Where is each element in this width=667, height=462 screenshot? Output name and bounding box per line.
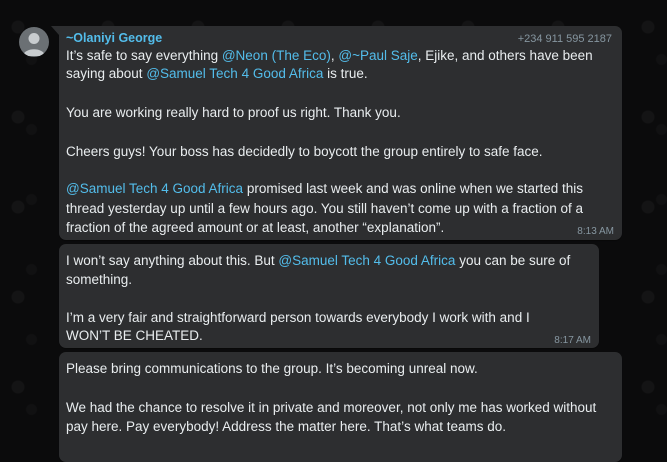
default-avatar-icon [23,33,45,56]
sender-name[interactable]: ~Olaniyi George [66,31,162,45]
message-timestamp: 8:13 AM [577,226,614,237]
message-line: WON’T BE CHEATED. [66,328,203,343]
message-line: I won’t say anything about this. But @Sa… [66,253,571,268]
avatar[interactable] [19,27,49,57]
message-bubble[interactable]: I won’t say anything about this. But @Sa… [59,244,599,348]
sender-phone: +234 911 595 2187 [517,33,612,45]
message-bubble[interactable]: Please bring communications to the group… [59,352,622,462]
message-bubble[interactable]: ~Olaniyi George +234 911 595 2187 It’s s… [51,26,622,240]
message-line: We had the chance to resolve it in priva… [66,400,597,415]
message-line: @Samuel Tech 4 Good Africa promised last… [66,181,583,196]
message-line: Cheers guys! Your boss has decidedly to … [66,144,543,159]
message-line: Please bring communications to the group… [66,361,478,376]
message-line: It’s safe to say everything @Neon (The E… [66,48,593,63]
mention-link[interactable]: @Neon (The Eco) [222,48,331,63]
message-line: saying about @Samuel Tech 4 Good Africa … [66,66,368,81]
mention-link[interactable]: @Samuel Tech 4 Good Africa [146,66,323,81]
message-line: fraction of the agreed amount or at leas… [66,220,445,235]
mention-link[interactable]: @Samuel Tech 4 Good Africa [66,181,243,196]
message-timestamp: 8:17 AM [554,335,591,346]
mention-link[interactable]: @Samuel Tech 4 Good Africa [278,253,455,268]
mention-link[interactable]: @~Paul Saje [338,48,417,63]
message-line: You are working really hard to proof us … [66,105,401,120]
message-line: thread yesterday up until a few hours ag… [66,201,584,216]
message-line: something. [66,272,133,287]
message-line: pay here. Pay everybody! Address the mat… [66,419,506,434]
message-line: I’m a very fair and straightforward pers… [66,310,530,325]
